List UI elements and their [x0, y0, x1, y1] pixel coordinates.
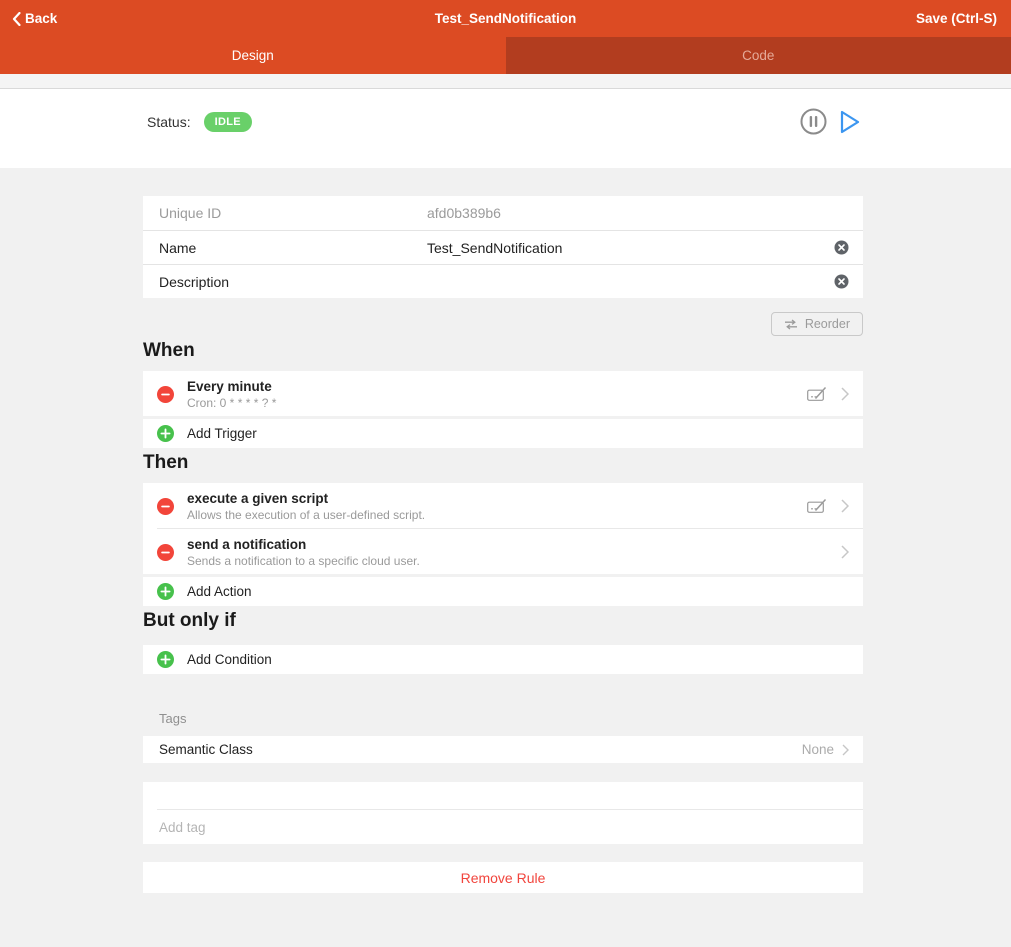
save-button[interactable]: Save (Ctrl-S) [916, 11, 1011, 26]
reorder-arrows-icon [784, 318, 798, 330]
actions-card: execute a given script Allows the execut… [143, 483, 863, 574]
semantic-class-label: Semantic Class [159, 742, 253, 757]
description-row: Description [143, 264, 863, 298]
minus-circle-icon[interactable] [157, 497, 174, 515]
plus-circle-icon [157, 425, 174, 442]
add-tag-input[interactable] [159, 819, 847, 835]
back-label: Back [25, 11, 58, 26]
tags-section-label: Tags [159, 711, 187, 726]
tab-bar: Design Code [0, 37, 1011, 74]
trigger-title: Every minute [187, 379, 272, 394]
back-button[interactable]: Back [0, 11, 57, 26]
action-title: execute a given script [187, 491, 329, 506]
clear-circle-icon[interactable] [834, 274, 849, 289]
plus-circle-icon [157, 583, 174, 600]
action-row[interactable]: send a notification Sends a notification… [143, 529, 863, 574]
add-action-label: Add Action [187, 584, 252, 599]
chevron-right-icon[interactable] [841, 499, 849, 513]
tags-card [143, 782, 863, 844]
semantic-class-row[interactable]: Semantic Class None [143, 736, 863, 763]
edit-icon[interactable] [807, 386, 827, 402]
add-trigger-button[interactable]: Add Trigger [143, 419, 863, 448]
but-only-if-heading: But only if [143, 610, 236, 631]
unique-id-label: Unique ID [159, 205, 222, 221]
status-badge: IDLE [203, 111, 252, 132]
rule-editor-content: Unique ID afd0b389b6 Name Test_SendNotif… [143, 168, 863, 893]
add-action-button[interactable]: Add Action [143, 577, 863, 606]
unique-id-row: Unique ID afd0b389b6 [143, 196, 863, 230]
action-title: send a notification [187, 537, 307, 552]
tags-list-empty [143, 782, 863, 809]
pause-circle-icon[interactable] [800, 108, 827, 135]
clear-circle-icon[interactable] [834, 240, 849, 255]
status-bar: Status: IDLE [0, 89, 1011, 168]
chevron-right-icon[interactable] [841, 545, 849, 559]
reorder-button[interactable]: Reorder [770, 312, 863, 336]
name-field[interactable]: Test_SendNotification [427, 240, 826, 256]
minus-circle-icon[interactable] [157, 385, 174, 403]
plus-circle-icon [157, 651, 174, 668]
action-subtitle: Allows the execution of a user-defined s… [187, 508, 426, 522]
topbar: Back Test_SendNotification Save (Ctrl-S) [0, 0, 1011, 37]
when-heading: When [143, 340, 195, 361]
add-condition-label: Add Condition [187, 652, 272, 667]
trigger-row[interactable]: Every minute Cron: 0 * * * * ? * [143, 371, 863, 416]
chevron-right-icon[interactable] [841, 387, 849, 401]
chevron-left-icon [12, 11, 21, 26]
then-heading: Then [143, 452, 189, 473]
action-row[interactable]: execute a given script Allows the execut… [143, 483, 863, 528]
add-condition-button[interactable]: Add Condition [143, 645, 863, 674]
name-label: Name [159, 239, 197, 256]
tab-design[interactable]: Design [0, 37, 506, 74]
play-icon[interactable] [839, 109, 861, 135]
unique-id-value: afd0b389b6 [427, 205, 501, 221]
semantic-class-value: None [801, 742, 834, 757]
name-row: Name Test_SendNotification [143, 230, 863, 264]
triggers-card: Every minute Cron: 0 * * * * ? * [143, 371, 863, 416]
action-subtitle: Sends a notification to a specific cloud… [187, 554, 420, 568]
tab-code[interactable]: Code [505, 37, 1011, 74]
remove-rule-card: Remove Rule [143, 862, 863, 893]
page-title: Test_SendNotification [434, 11, 577, 26]
remove-rule-button[interactable]: Remove Rule [461, 870, 546, 886]
reorder-label: Reorder [804, 317, 850, 331]
trigger-subtitle: Cron: 0 * * * * ? * [187, 396, 277, 410]
add-trigger-label: Add Trigger [187, 426, 257, 441]
chevron-right-icon [842, 744, 849, 756]
status-label: Status: [147, 113, 191, 130]
edit-icon[interactable] [807, 498, 827, 514]
sub-tab-strip [0, 74, 1011, 89]
description-label: Description [159, 273, 230, 290]
rule-details-card: Unique ID afd0b389b6 Name Test_SendNotif… [143, 196, 863, 298]
minus-circle-icon[interactable] [157, 543, 174, 561]
